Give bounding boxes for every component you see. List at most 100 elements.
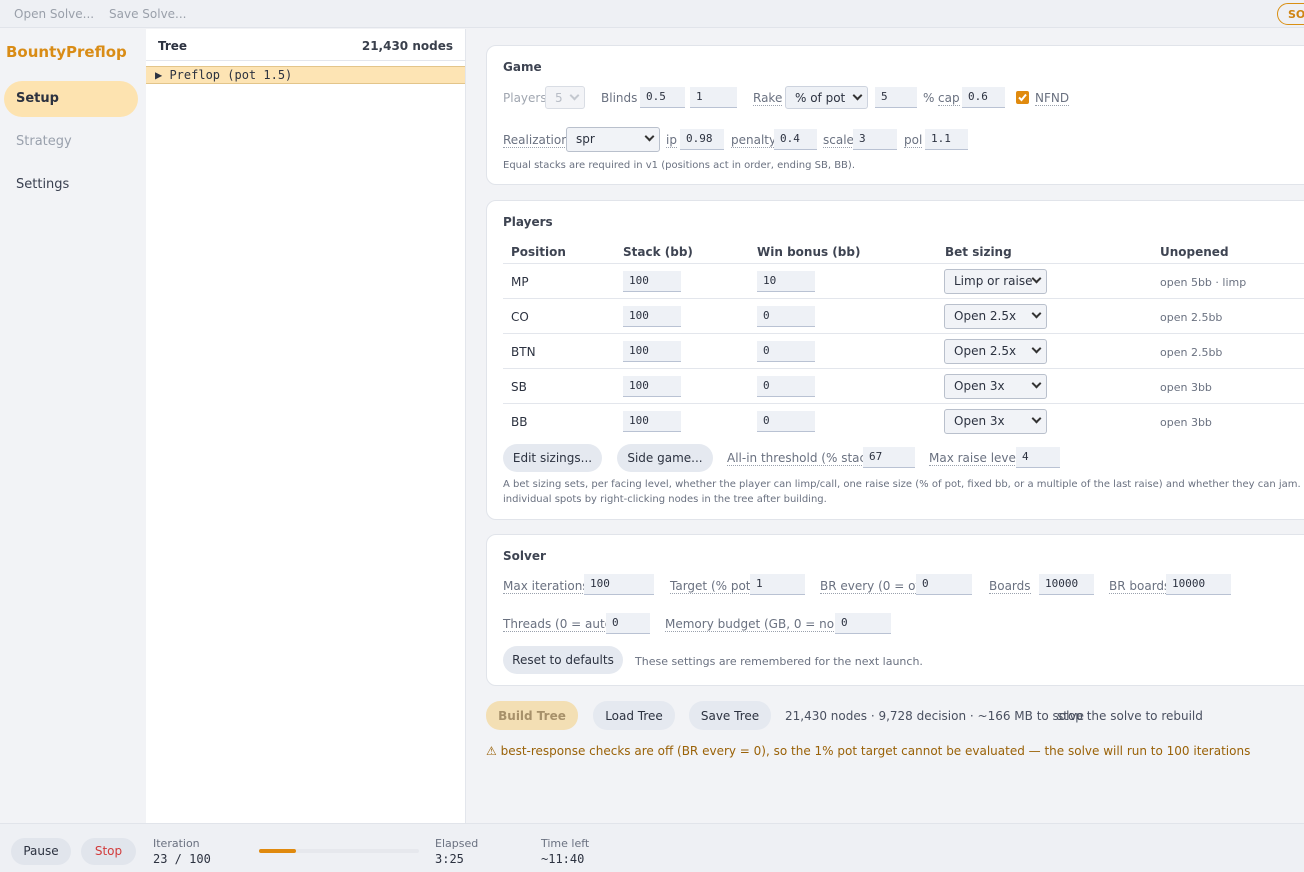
sidebar-item-setup[interactable]: Setup	[4, 81, 138, 117]
app-brand: BountyPreflop	[6, 43, 127, 61]
win-bonus-input[interactable]: 0	[757, 341, 815, 362]
small-blind-input[interactable]: 0.5	[640, 87, 685, 108]
load-tree-button[interactable]: Load Tree	[593, 701, 675, 730]
scale-input[interactable]: 3	[853, 129, 897, 150]
nfnd-label: NFND	[1035, 91, 1070, 106]
realization-label: Realization	[503, 133, 569, 148]
allin-threshold-input[interactable]: 67	[863, 447, 915, 468]
position-cell: BB	[511, 415, 528, 429]
br-boards-input[interactable]: 10000	[1166, 574, 1231, 595]
position-cell: SB	[511, 380, 527, 394]
bet-sizing-select[interactable]: Open 2.5x	[944, 339, 1047, 364]
players-label: Players	[503, 91, 547, 105]
reset-defaults-button[interactable]: Reset to defaults	[503, 646, 623, 674]
game-card: Game Players 5 Blinds 0.5 1 Rake % of po…	[486, 45, 1304, 185]
rebuild-note: stop the solve to rebuild	[1057, 709, 1203, 723]
game-title: Game	[503, 60, 542, 74]
br-warning: ⚠ best-response checks are off (BR every…	[486, 744, 1251, 758]
rake-mode-select[interactable]: % of pot	[785, 86, 868, 109]
max-raise-input[interactable]: 4	[1016, 447, 1060, 468]
threads-input[interactable]: 0	[606, 613, 650, 634]
max-raise-label: Max raise levels	[929, 451, 1026, 466]
cap-input[interactable]: 0.6	[962, 87, 1005, 108]
penalty-label: penalty	[731, 133, 777, 148]
sizing-note-line1: A bet sizing sets, per facing level, whe…	[503, 479, 1304, 490]
pol-input[interactable]: 1.1	[925, 129, 968, 150]
settings-remembered-note: These settings are remembered for the ne…	[635, 655, 923, 668]
table-row: MP 100 10 Limp or raise open 5bb · limp	[487, 264, 1304, 299]
position-cell: MP	[511, 275, 529, 289]
win-bonus-input[interactable]: 0	[757, 306, 815, 327]
cap-label: cap	[938, 91, 960, 106]
col-win-bonus: Win bonus (bb)	[757, 245, 861, 259]
bet-sizing-select[interactable]: Open 3x	[944, 409, 1047, 434]
status-footer: Pause Stop Iteration 23 / 100 Elapsed 3:…	[0, 823, 1304, 872]
win-bonus-input[interactable]: 0	[757, 376, 815, 397]
unopened-cell: open 2.5bb	[1160, 311, 1223, 324]
stack-input[interactable]: 100	[623, 271, 681, 292]
rake-value-input[interactable]: 5	[875, 87, 917, 108]
tree-panel: Tree 21,430 nodes ▶ Preflop (pot 1.5)	[146, 29, 466, 823]
elapsed-label: Elapsed	[435, 837, 479, 850]
br-boards-label: BR boards	[1109, 579, 1171, 594]
realization-select[interactable]: spr	[566, 127, 660, 152]
open-solve-menu[interactable]: Open Solve...	[14, 7, 94, 21]
memory-budget-label: Memory budget (GB, 0 = none)	[665, 617, 854, 632]
position-cell: BTN	[511, 345, 536, 359]
col-stack: Stack (bb)	[623, 245, 693, 259]
save-solve-menu[interactable]: Save Solve...	[109, 7, 187, 21]
stack-input[interactable]: 100	[623, 376, 681, 397]
top-menubar: Open Solve... Save Solve... SOLVING	[0, 0, 1304, 28]
rake-pct-label: %	[923, 91, 935, 105]
boards-label: Boards	[989, 579, 1031, 594]
table-row: CO 100 0 Open 2.5x open 2.5bb	[487, 299, 1304, 334]
stack-input[interactable]: 100	[623, 306, 681, 327]
stack-input[interactable]: 100	[623, 341, 681, 362]
br-every-input[interactable]: 0	[916, 574, 972, 595]
unopened-cell: open 3bb	[1160, 381, 1212, 394]
col-bet-sizing: Bet sizing	[945, 245, 1012, 259]
save-tree-button[interactable]: Save Tree	[689, 701, 771, 730]
iteration-progress	[259, 849, 419, 853]
solver-title: Solver	[503, 549, 546, 563]
elapsed-value: 3:25	[435, 852, 464, 866]
max-iterations-input[interactable]: 100	[584, 574, 654, 595]
iteration-label: Iteration	[153, 837, 200, 850]
boards-input[interactable]: 10000	[1039, 574, 1094, 595]
max-iterations-label: Max iterations	[503, 579, 589, 594]
pause-button[interactable]: Pause	[11, 838, 71, 865]
divider	[146, 60, 465, 61]
target-input[interactable]: 1	[750, 574, 805, 595]
scale-label: scale	[823, 133, 854, 148]
solving-status-badge[interactable]: SOLVING	[1277, 3, 1304, 25]
memory-budget-input[interactable]: 0	[835, 613, 891, 634]
tree-node-preflop[interactable]: ▶ Preflop (pot 1.5)	[146, 66, 465, 84]
players-card: Players Position Stack (bb) Win bonus (b…	[486, 200, 1304, 520]
bet-sizing-select[interactable]: Open 2.5x	[944, 304, 1047, 329]
ip-input[interactable]: 0.98	[680, 129, 724, 150]
game-note: Equal stacks are required in v1 (positio…	[503, 160, 855, 171]
players-select[interactable]: 5	[545, 86, 585, 109]
bet-sizing-select[interactable]: Open 3x	[944, 374, 1047, 399]
sidebar-item-settings[interactable]: Settings	[4, 167, 138, 203]
progress-fill	[259, 849, 296, 853]
tree-title: Tree	[158, 39, 188, 53]
br-every-label: BR every (0 = off)	[820, 579, 929, 594]
stop-button[interactable]: Stop	[81, 838, 136, 865]
side-game-button[interactable]: Side game...	[617, 444, 713, 472]
table-row: SB 100 0 Open 3x open 3bb	[487, 369, 1304, 404]
build-tree-button[interactable]: Build Tree	[486, 701, 578, 730]
stack-input[interactable]: 100	[623, 411, 681, 432]
players-title: Players	[503, 215, 553, 229]
time-left-value: ~11:40	[541, 852, 585, 866]
win-bonus-input[interactable]: 0	[757, 411, 815, 432]
win-bonus-input[interactable]: 10	[757, 271, 815, 292]
sidebar-item-strategy[interactable]: Strategy	[4, 124, 138, 160]
penalty-input[interactable]: 0.4	[774, 129, 817, 150]
rake-label: Rake	[753, 91, 783, 106]
nfnd-checkbox[interactable]	[1016, 91, 1029, 104]
bet-sizing-select[interactable]: Limp or raise	[944, 269, 1047, 294]
col-unopened: Unopened	[1160, 245, 1229, 259]
edit-sizings-button[interactable]: Edit sizings...	[503, 444, 602, 472]
big-blind-input[interactable]: 1	[690, 87, 737, 108]
